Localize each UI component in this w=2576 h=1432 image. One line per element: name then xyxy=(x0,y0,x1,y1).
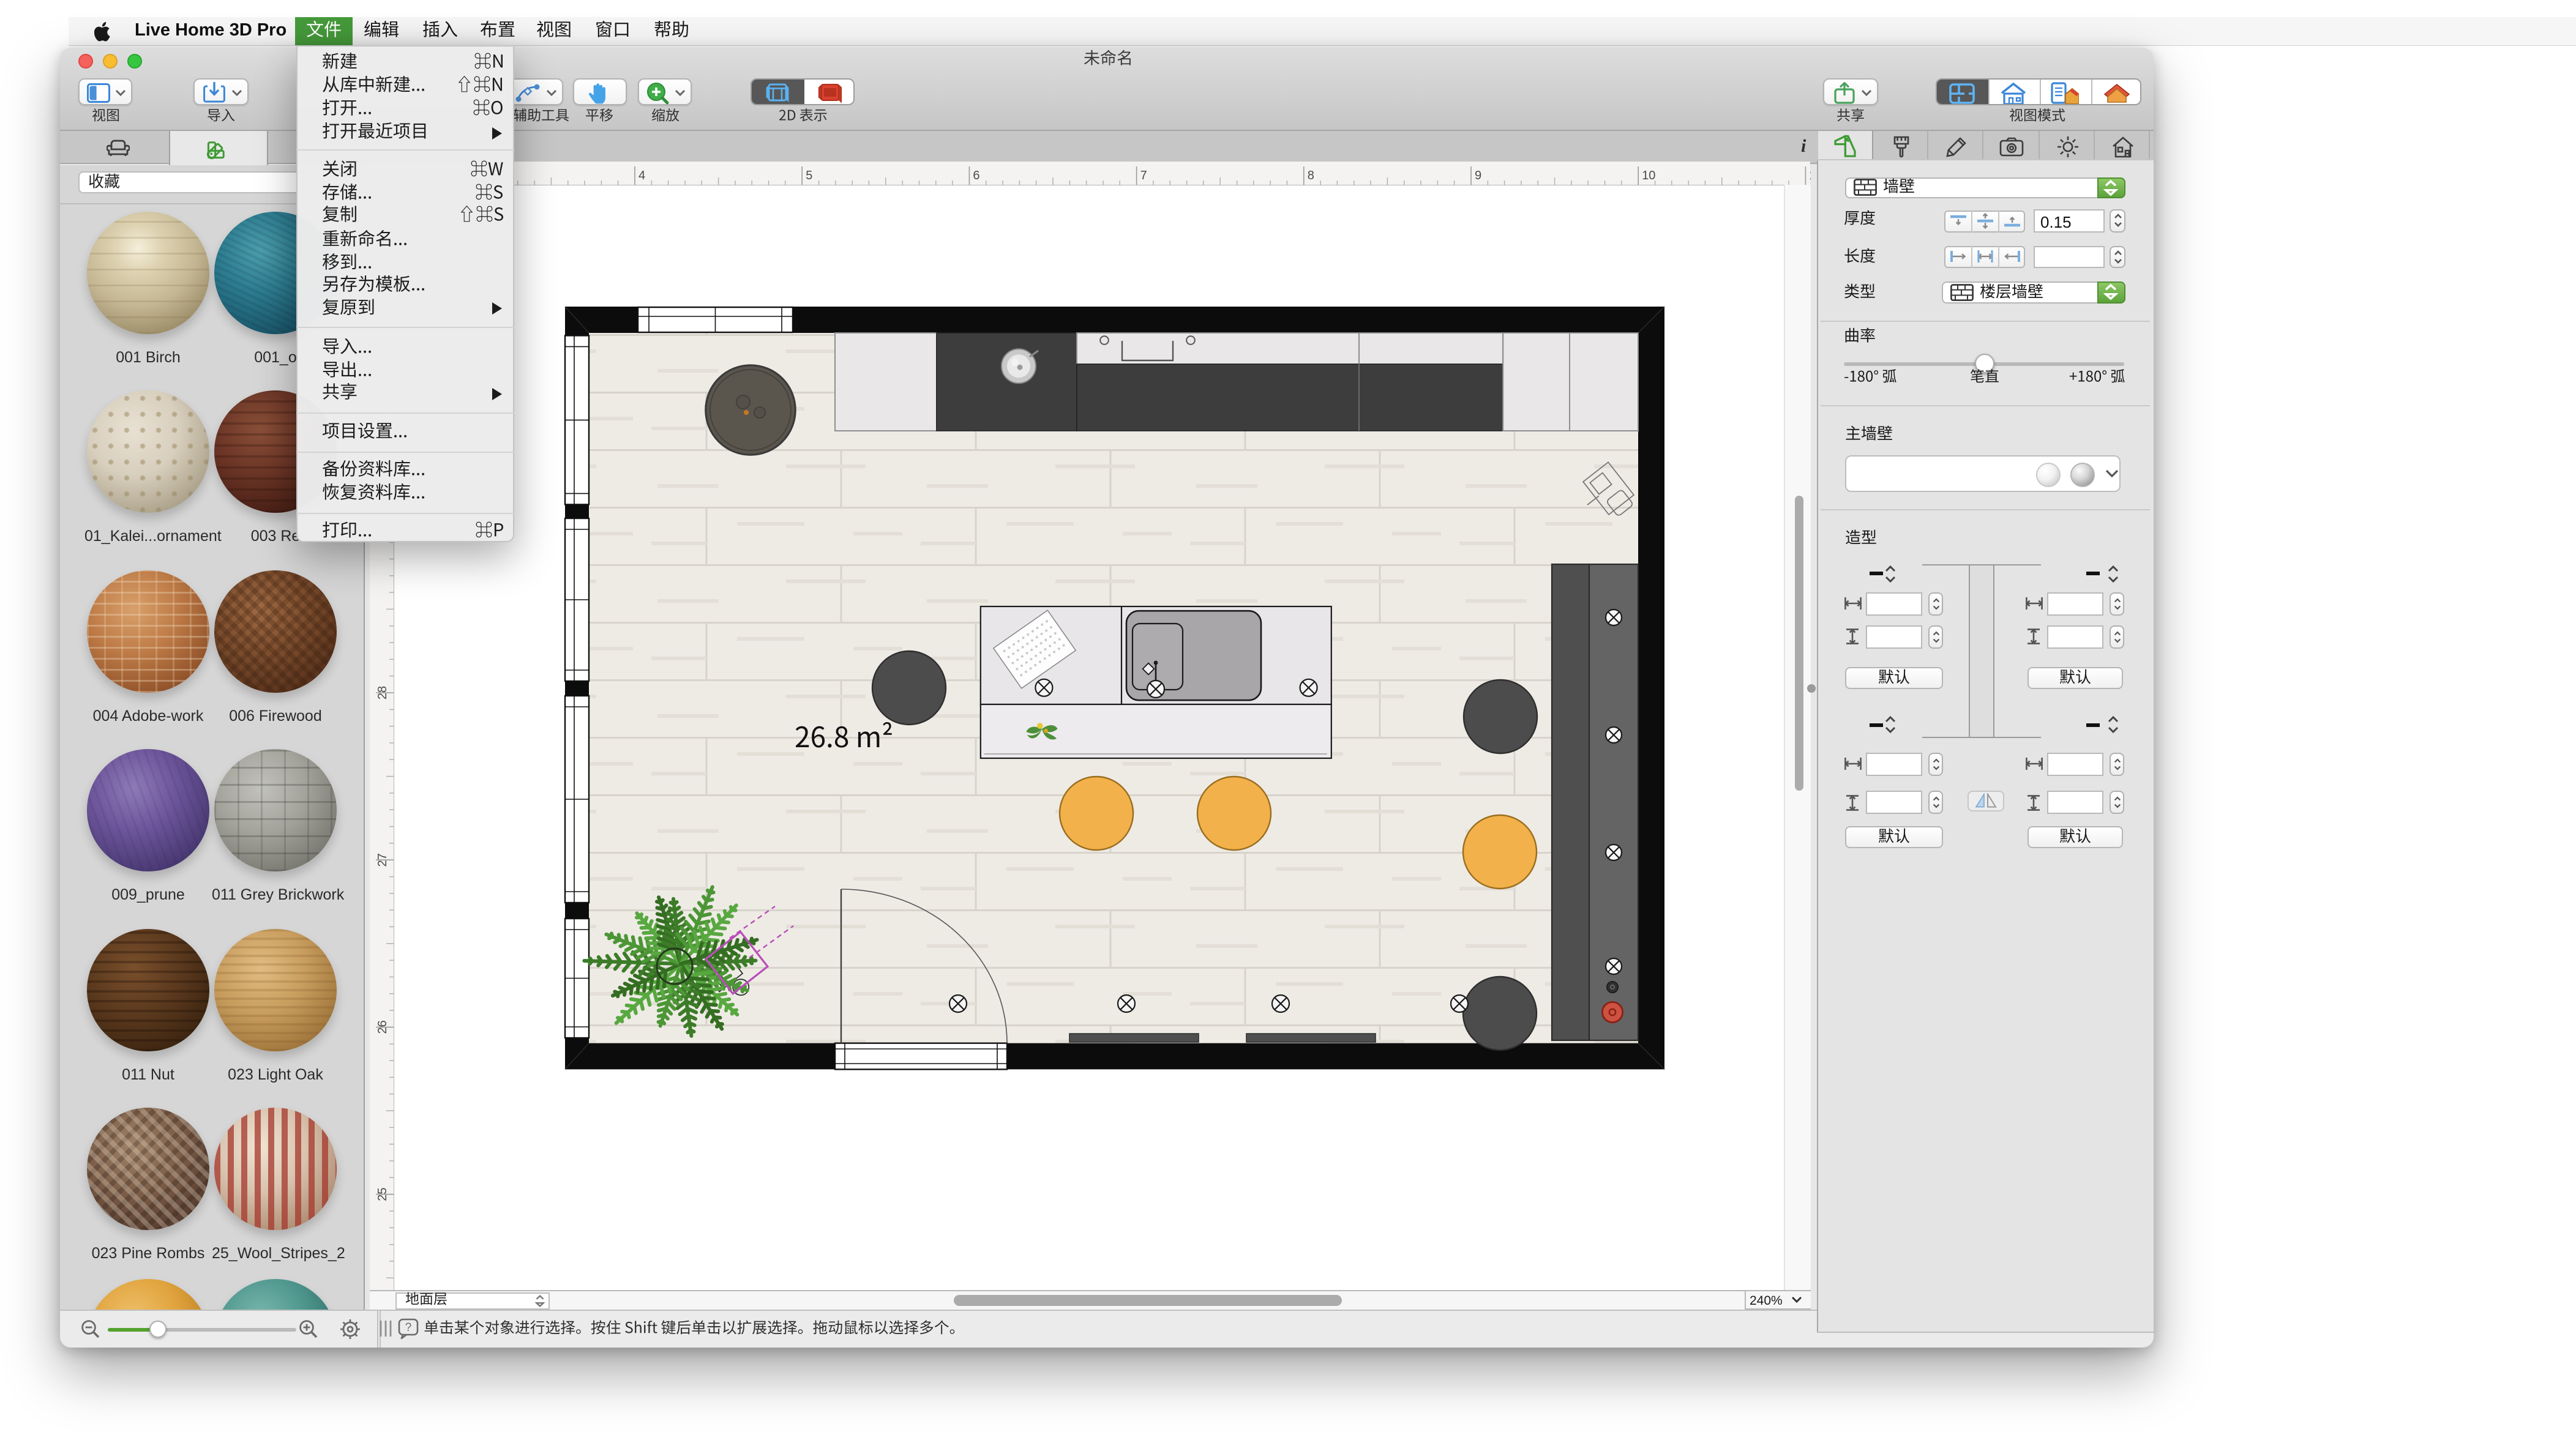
svg-text:6: 6 xyxy=(973,168,979,182)
svg-text:27: 27 xyxy=(376,852,389,866)
svg-text:8: 8 xyxy=(1308,168,1314,182)
svg-text:28: 28 xyxy=(376,685,389,699)
svg-text:25: 25 xyxy=(376,1187,389,1200)
svg-text:?: ? xyxy=(405,1321,412,1334)
svg-text:26: 26 xyxy=(376,1020,389,1033)
svg-text:7: 7 xyxy=(1140,168,1147,182)
svg-text:9: 9 xyxy=(1475,168,1481,182)
svg-text:11: 11 xyxy=(1809,168,1810,182)
svg-text:4: 4 xyxy=(638,168,645,182)
svg-text:10: 10 xyxy=(1642,168,1655,182)
svg-text:5: 5 xyxy=(806,168,812,182)
